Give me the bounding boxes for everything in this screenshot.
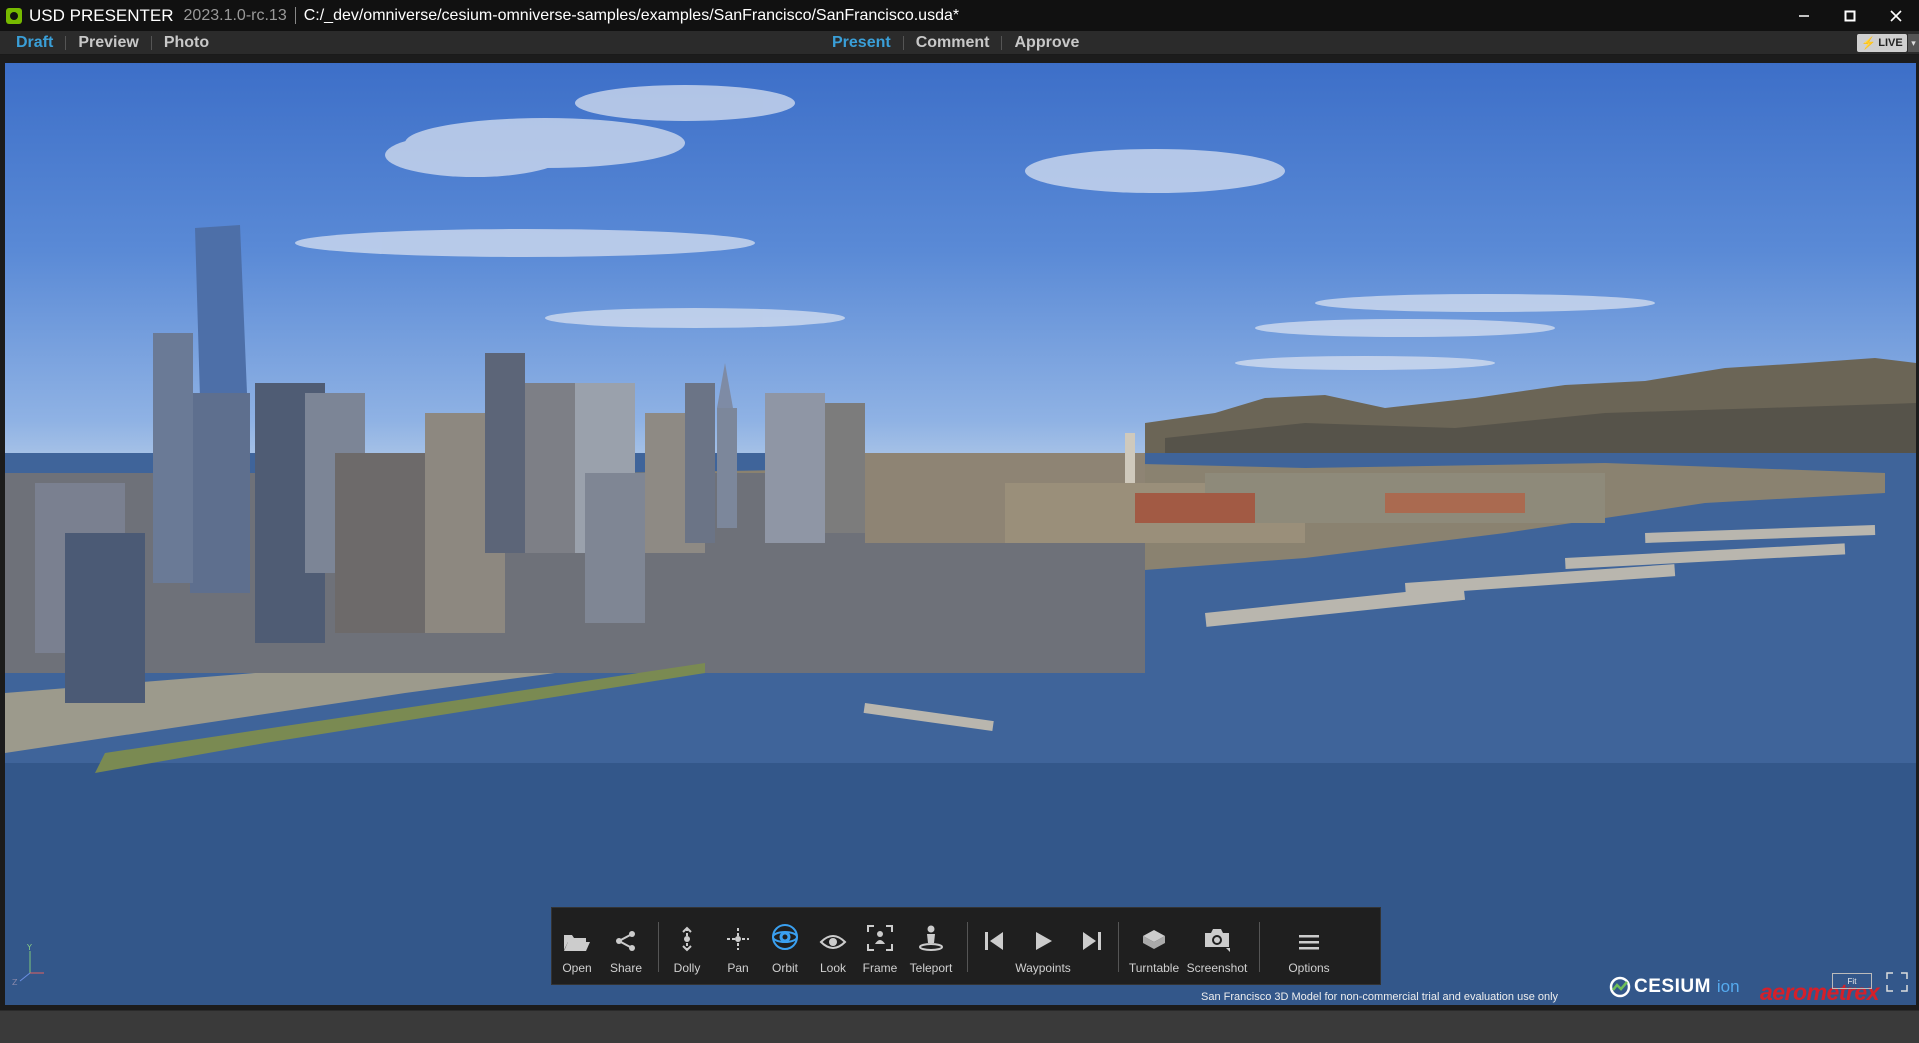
screenshot-label: Screenshot — [1186, 961, 1248, 975]
fullscreen-icon[interactable] — [1885, 971, 1909, 993]
close-button[interactable] — [1873, 0, 1919, 31]
tab-photo[interactable]: Photo — [152, 34, 221, 52]
camera-icon — [1205, 929, 1230, 952]
teleport-icon — [919, 925, 943, 951]
folder-open-icon — [564, 935, 590, 951]
open-label: Open — [562, 961, 592, 975]
3d-viewport[interactable]: Open Share Dolly Pan Orbit Look Frame Te… — [5, 63, 1916, 1005]
frame-icon — [867, 925, 893, 951]
dolly-button[interactable]: Dolly — [659, 908, 715, 984]
next-waypoint-button[interactable] — [1081, 930, 1103, 952]
orbit-button[interactable]: Orbit — [761, 908, 809, 984]
skip-forward-icon — [1083, 932, 1101, 950]
app-version: 2023.1.0-rc.13 — [183, 6, 287, 24]
teleport-button[interactable]: Teleport — [903, 908, 959, 984]
options-label: Options — [1288, 961, 1330, 975]
tab-present[interactable]: Present — [820, 34, 903, 52]
fit-label: Fit — [1847, 976, 1857, 986]
dolly-icon — [682, 926, 692, 952]
minimize-icon — [1799, 14, 1809, 17]
review-mode-tabs: Present Comment Approve — [820, 31, 1091, 54]
teleport-label: Teleport — [909, 961, 953, 975]
play-icon — [1036, 932, 1052, 950]
toolbar-divider — [1259, 922, 1260, 972]
file-path: C:/_dev/omniverse/cesium-omniverse-sampl… — [303, 6, 960, 24]
share-icon — [616, 931, 635, 951]
share-button[interactable]: Share — [602, 908, 650, 984]
tab-approve[interactable]: Approve — [1002, 34, 1091, 52]
pan-icon — [727, 928, 749, 950]
menu-icon — [1299, 935, 1319, 950]
turntable-label: Turntable — [1128, 961, 1180, 975]
previous-waypoint-button[interactable] — [983, 930, 1005, 952]
status-bar — [0, 1010, 1919, 1043]
orbit-icon — [772, 924, 798, 950]
tab-draft[interactable]: Draft — [0, 34, 65, 52]
dolly-label: Dolly — [673, 961, 701, 975]
stage-mode-tabs: Draft Preview Photo — [0, 31, 221, 54]
waypoints-label: Waypoints — [1015, 961, 1071, 975]
title-bar: USD PRESENTER 2023.1.0-rc.13 C:/_dev/omn… — [0, 0, 1919, 31]
svg-text:Z: Z — [12, 978, 18, 987]
cesium-ion-logo: CESIUM ion — [1609, 976, 1740, 998]
turntable-button[interactable]: Turntable — [1119, 908, 1189, 984]
tab-preview[interactable]: Preview — [66, 34, 150, 52]
turntable-icon — [1143, 930, 1165, 949]
live-dropdown[interactable]: ▾ — [1908, 34, 1919, 52]
open-button[interactable]: Open — [552, 908, 602, 984]
title-divider — [294, 7, 296, 24]
close-icon — [1890, 9, 1902, 22]
lightning-icon: ⚡ — [1861, 36, 1877, 50]
navigation-toolbar: Open Share Dolly Pan Orbit Look Frame Te… — [551, 907, 1381, 985]
pan-label: Pan — [727, 961, 749, 975]
screenshot-button[interactable]: Screenshot — [1186, 908, 1248, 984]
options-button[interactable]: Options — [1274, 908, 1344, 984]
cesium-logo-icon — [1609, 976, 1631, 998]
svg-text:Y: Y — [26, 943, 32, 952]
live-button[interactable]: ⚡ LIVE — [1857, 34, 1907, 52]
window-controls — [1781, 0, 1919, 31]
share-label: Share — [609, 961, 643, 975]
skip-back-icon — [985, 932, 1003, 950]
pan-button[interactable]: Pan — [715, 908, 761, 984]
app-name: USD PRESENTER — [29, 5, 174, 25]
mode-bar: Draft Preview Photo Present Comment Appr… — [0, 31, 1919, 55]
maximize-icon — [1844, 10, 1856, 21]
city-scene-render — [5, 85, 1916, 1005]
orbit-label: Orbit — [771, 961, 798, 975]
cesium-wordmark: CESIUM — [1634, 976, 1711, 997]
minimize-button[interactable] — [1781, 0, 1827, 31]
maximize-button[interactable] — [1827, 0, 1873, 31]
ion-wordmark: ion — [1716, 977, 1740, 996]
fit-button[interactable]: Fit — [1832, 973, 1872, 989]
axis-gizmo-icon: Y Z — [12, 943, 44, 987]
frame-button[interactable]: Frame — [857, 908, 903, 984]
eye-icon — [819, 935, 847, 949]
model-disclaimer: San Francisco 3D Model for non-commercia… — [1201, 991, 1559, 1003]
live-label: LIVE — [1878, 37, 1903, 49]
frame-label: Frame — [862, 961, 898, 975]
play-waypoints-button[interactable] — [1032, 930, 1054, 952]
look-button[interactable]: Look — [809, 908, 857, 984]
tab-comment[interactable]: Comment — [904, 34, 1002, 52]
chevron-down-icon: ▾ — [1911, 37, 1916, 48]
look-label: Look — [819, 961, 847, 975]
app-logo-icon — [6, 7, 22, 24]
waypoints-group: Waypoints — [968, 908, 1118, 975]
